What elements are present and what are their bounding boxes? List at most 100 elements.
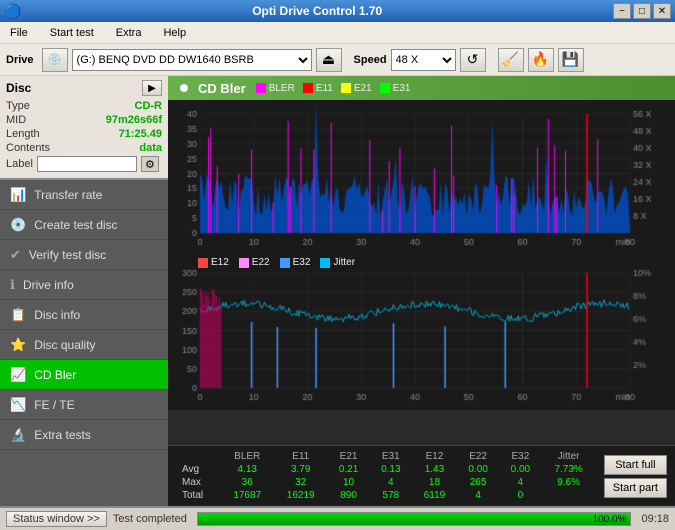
extra-tests-icon: 🔬: [10, 427, 26, 443]
eraser-button[interactable]: 🧹: [498, 48, 524, 72]
speed-label: Speed: [354, 54, 387, 66]
total-label: Total: [176, 489, 220, 502]
legend-e32-label: E32: [293, 257, 311, 268]
bottom-chart-canvas: [168, 255, 675, 410]
sidebar-item-label-drive-info: Drive info: [23, 278, 74, 292]
menu-file[interactable]: File: [4, 25, 34, 41]
mid-value: 97m26s66f: [106, 114, 162, 126]
title-bar: 🔵 Opti Drive Control 1.70 − □ ✕: [0, 0, 675, 22]
type-value: CD-R: [135, 100, 163, 112]
length-label: Length: [6, 128, 40, 140]
legend-e22-label: E22: [252, 257, 270, 268]
total-e32: 0: [499, 489, 541, 502]
speed-select[interactable]: 48 X: [391, 49, 456, 71]
sidebar-item-verify-test-disc[interactable]: ✔ Verify test disc: [0, 240, 168, 270]
sidebar-item-disc-info[interactable]: 📋 Disc info: [0, 300, 168, 330]
legend-e31-label: E31: [393, 83, 411, 94]
status-window-button[interactable]: Status window >>: [6, 511, 107, 527]
stats-col-e31: E31: [370, 450, 412, 463]
label-input[interactable]: [37, 156, 137, 172]
contents-value: data: [139, 142, 162, 154]
legend-bler-color: [256, 83, 266, 93]
menu-start-test[interactable]: Start test: [44, 25, 100, 41]
progress-text: 100.0%: [593, 513, 627, 526]
sidebar-item-fe-te[interactable]: 📉 FE / TE: [0, 390, 168, 420]
legend-e32: E32: [280, 257, 311, 268]
burn-button[interactable]: 🔥: [528, 48, 554, 72]
sidebar-item-extra-tests[interactable]: 🔬 Extra tests: [0, 420, 168, 450]
start-full-button[interactable]: Start full: [604, 455, 667, 475]
legend-e21-color: [341, 83, 351, 93]
max-label: Max: [176, 476, 220, 489]
max-e11: 32: [274, 476, 327, 489]
close-button[interactable]: ✕: [653, 3, 671, 19]
sidebar-item-label-disc-quality: Disc quality: [34, 338, 95, 352]
max-bler: 36: [220, 476, 273, 489]
drive-icon-button[interactable]: 💿: [42, 48, 68, 72]
sidebar-item-disc-quality[interactable]: ⭐ Disc quality: [0, 330, 168, 360]
sidebar-item-cd-bler[interactable]: 📈 CD Bler: [0, 360, 168, 390]
stats-buttons: Start full Start part: [604, 455, 667, 498]
maximize-button[interactable]: □: [633, 3, 651, 19]
chart-icon: [176, 80, 192, 96]
sidebar-item-create-test-disc[interactable]: 💿 Create test disc: [0, 210, 168, 240]
window-controls: − □ ✕: [613, 3, 671, 19]
chart-title: CD Bler: [198, 81, 246, 96]
avg-e22: 0.00: [457, 463, 499, 476]
legend-e21: E21: [341, 83, 372, 94]
top-chart-canvas: [168, 100, 675, 255]
sidebar-item-transfer-rate[interactable]: 📊 Transfer rate: [0, 180, 168, 210]
disc-nav-button[interactable]: ▶: [142, 80, 162, 96]
stats-col-e32: E32: [499, 450, 541, 463]
legend-e11: E11: [303, 83, 333, 94]
avg-e32: 0.00: [499, 463, 541, 476]
charts-area: E12 E22 E32 Jitter: [168, 100, 675, 445]
total-e12: 6119: [412, 489, 457, 502]
app-icon: 🔵: [4, 3, 21, 20]
label-key: Label: [6, 158, 33, 170]
legend-jitter: Jitter: [320, 257, 355, 268]
avg-e31: 0.13: [370, 463, 412, 476]
speed-refresh-button[interactable]: ↺: [460, 48, 486, 72]
verify-test-disc-icon: ✔: [10, 247, 21, 263]
status-completed-text: Test completed: [113, 513, 187, 525]
legend-e22: E22: [239, 257, 270, 268]
stats-col-e11: E11: [274, 450, 327, 463]
sidebar-menu: 📊 Transfer rate 💿 Create test disc ✔ Ver…: [0, 180, 168, 506]
create-test-disc-icon: 💿: [10, 217, 26, 233]
chart-top: [168, 100, 675, 255]
start-part-button[interactable]: Start part: [604, 478, 667, 498]
label-gear-button[interactable]: ⚙: [141, 156, 159, 172]
cd-bler-icon: 📈: [10, 367, 26, 383]
max-e12: 18: [412, 476, 457, 489]
disc-panel: Disc ▶ Type CD-R MID 97m26s66f Length 71…: [0, 76, 168, 180]
max-e32: 4: [499, 476, 541, 489]
stats-area: BLER E11 E21 E31 E12 E22 E32 Jitter Avg: [168, 445, 675, 506]
sidebar-item-label-disc-info: Disc info: [34, 308, 80, 322]
legend-bler-label: BLER: [269, 83, 295, 94]
stats-col-e21: E21: [327, 450, 369, 463]
legend-jitter-label: Jitter: [333, 257, 355, 268]
menu-bar: File Start test Extra Help: [0, 22, 675, 44]
legend-e12: E12: [198, 257, 229, 268]
legend-e12-label: E12: [211, 257, 229, 268]
legend-jitter-color: [320, 258, 330, 268]
stats-col-bler: BLER: [220, 450, 273, 463]
total-e22: 4: [457, 489, 499, 502]
menu-extra[interactable]: Extra: [110, 25, 148, 41]
drive-select[interactable]: (G:) BENQ DVD DD DW1640 BSRB: [72, 49, 312, 71]
drive-info-icon: ℹ: [10, 277, 15, 293]
minimize-button[interactable]: −: [613, 3, 631, 19]
mid-label: MID: [6, 114, 26, 126]
sidebar-item-drive-info[interactable]: ℹ Drive info: [0, 270, 168, 300]
length-value: 71:25.49: [119, 128, 162, 140]
right-panel: CD Bler BLER E11 E21 E31: [168, 76, 675, 506]
sidebar-item-label-create-test-disc: Create test disc: [34, 218, 117, 232]
menu-help[interactable]: Help: [157, 25, 192, 41]
progress-bar-fill: [198, 513, 631, 525]
eject-button[interactable]: ⏏: [316, 48, 342, 72]
status-bar: Status window >> Test completed 100.0% 0…: [0, 506, 675, 530]
save-button[interactable]: 💾: [558, 48, 584, 72]
max-e21: 10: [327, 476, 369, 489]
legend-bler: BLER: [256, 83, 295, 94]
